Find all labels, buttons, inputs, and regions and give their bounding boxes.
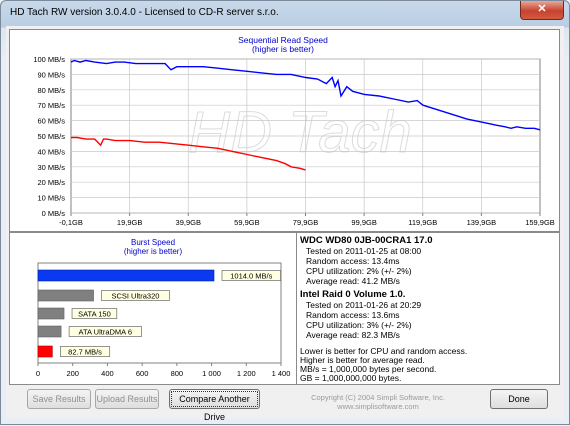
burst-tick-label: 200 [66, 369, 79, 378]
drive-1-average-read: Average read: 41.2 MB/s [306, 276, 400, 286]
y-tick-label: 80 MB/s [37, 86, 65, 95]
note-line: GB = 1,000,000,000 bytes. [300, 373, 402, 383]
burst-tick-label: 400 [101, 369, 114, 378]
x-tick-label: 79,9GB [293, 218, 318, 227]
sequential-read-chart: HD Tach Sequential Read Speed (higher is… [33, 35, 555, 227]
main-window: HD Tach RW version 3.0.4.0 - Licensed to… [0, 0, 570, 425]
burst-tick-label: 0 [36, 369, 40, 378]
window-title: HD Tach RW version 3.0.4.0 - Licensed to… [10, 7, 279, 18]
burst-tick-label: 800 [171, 369, 184, 378]
drive-1-random-access: Random access: 13.4ms [306, 256, 400, 266]
sequential-read-panel: HD Tach Sequential Read Speed (higher is… [9, 29, 560, 232]
y-tick-label: 50 MB/s [37, 132, 65, 141]
chart-subtitle: (higher is better) [252, 44, 314, 54]
y-tick-label: 30 MB/s [37, 163, 65, 172]
y-tick-label: 20 MB/s [37, 178, 65, 187]
compare-another-drive-button[interactable]: Compare Another Drive [169, 389, 260, 422]
burst-tick-label: 600 [136, 369, 149, 378]
burst-bar-label: SCSI Ultra320 [111, 291, 159, 300]
close-button[interactable]: ✕ [520, 1, 564, 20]
burst-tick-label: 1 400 [272, 369, 291, 378]
burst-speed-chart: Burst Speed (higher is better) 0 200 400 60… [36, 238, 291, 378]
drive-1-tested: Tested on 2011-01-25 at 08:00 [306, 246, 422, 256]
y-tick-label: 60 MB/s [37, 117, 65, 126]
burst-subtitle: (higher is better) [124, 247, 183, 256]
burst-bar-label: ATA UltraDMA 6 [79, 327, 133, 336]
copyright-text: Copyright (C) 2004 Simpli Software, Inc.… [311, 393, 445, 411]
done-button[interactable]: Done [490, 389, 548, 409]
drive-2-name: Intel Raid 0 Volume 1.0. [300, 289, 406, 300]
burst-bar [37, 269, 215, 282]
x-tick-label: -0,1GB [59, 218, 83, 227]
drive-1-cpu: CPU utilization: 2% (+/- 2%) [306, 266, 412, 276]
burst-bar-label: 1014.0 MB/s [230, 271, 272, 280]
burst-bar [37, 345, 53, 358]
x-tick-label: 19,9GB [117, 218, 142, 227]
burst-tick-label: 1 000 [202, 369, 221, 378]
burst-bar-label: SATA 150 [78, 309, 111, 318]
burst-tick-label: 1 200 [237, 369, 256, 378]
burst-bar [37, 307, 65, 320]
y-tick-label: 10 MB/s [37, 194, 65, 203]
x-tick-label: 119,9GB [408, 218, 437, 227]
y-tick-label: 40 MB/s [37, 147, 65, 156]
burst-title: Burst Speed [131, 238, 175, 247]
upload-results-button[interactable]: Upload Results [95, 389, 159, 409]
x-tick-label: 39,9GB [176, 218, 201, 227]
y-tick-label: 0 MB/s [42, 209, 66, 218]
drive-2-average-read: Average read: 82.3 MB/s [306, 330, 400, 340]
save-results-button[interactable]: Save Results [27, 389, 91, 409]
x-tick-label: 59,9GB [234, 218, 259, 227]
burst-bar [37, 325, 62, 338]
y-tick-label: 90 MB/s [37, 70, 65, 79]
drive-1-name: WDC WD80 0JB-00CRA1 17.0 [300, 235, 433, 246]
drive-info-panel: WDC WD80 0JB-00CRA1 17.0 Tested on 2011-… [296, 232, 560, 385]
title-bar: HD Tach RW version 3.0.4.0 - Licensed to… [1, 1, 569, 25]
y-tick-label: 70 MB/s [37, 101, 65, 110]
burst-bar-label: 82.7 MB/s [68, 347, 102, 356]
client-area: HD Tach Sequential Read Speed (higher is… [6, 26, 564, 422]
drive-2-cpu: CPU utilization: 3% (+/- 2%) [306, 320, 412, 330]
x-tick-label: 139,9GB [467, 218, 497, 227]
x-tick-label: 99,9GB [351, 218, 376, 227]
burst-speed-panel: Burst Speed (higher is better) 0 200 400 60… [9, 232, 298, 385]
watermark: HD Tach [188, 100, 412, 165]
y-tick-label: 100 MB/s [33, 55, 65, 64]
drive-2-tested: Tested on 2011-01-26 at 20:29 [306, 300, 422, 310]
x-tick-label: 159,9GB [525, 218, 555, 227]
drive-2-random-access: Random access: 13.6ms [306, 310, 400, 320]
burst-bar [37, 289, 94, 302]
